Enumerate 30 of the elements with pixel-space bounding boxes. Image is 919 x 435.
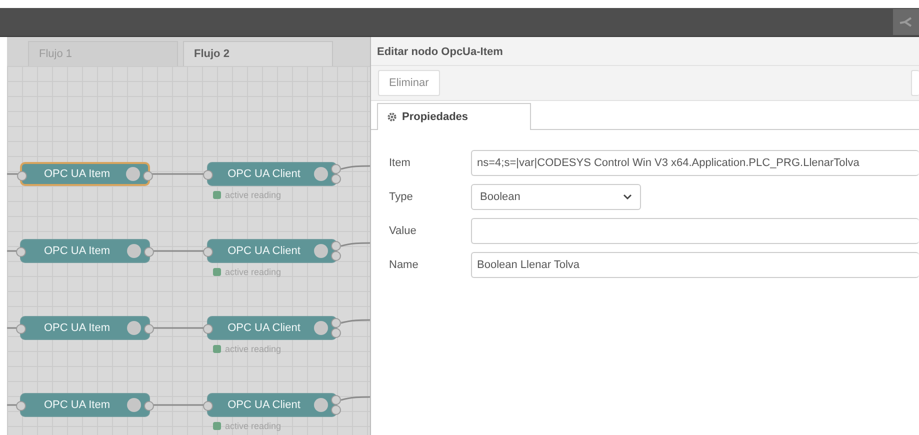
flow-node[interactable]: OPC UA Item — [20, 162, 150, 186]
wire — [151, 404, 205, 406]
wire — [341, 319, 370, 324]
wire — [7, 327, 19, 329]
input-field[interactable]: ns=4;s=|var|CODESYS Control Win V3 x64.Application.PLC_PRG.LlenarTolva — [471, 150, 919, 176]
field-label: Name — [389, 259, 420, 271]
field-label: Type — [389, 191, 414, 203]
deploy-button[interactable] — [893, 9, 919, 35]
wire — [151, 173, 205, 175]
wire — [7, 250, 19, 252]
wire — [151, 250, 205, 252]
field-label: Value — [389, 225, 418, 237]
input-field[interactable] — [471, 218, 919, 244]
type-select[interactable]: Boolean — [471, 184, 641, 210]
wire — [341, 242, 370, 247]
wire — [341, 396, 370, 401]
wire — [151, 327, 205, 329]
tray-button[interactable] — [911, 70, 919, 96]
share-icon — [899, 17, 913, 27]
editor-title: Editar nodo OpcUa-Item — [371, 37, 919, 66]
chevron-icon — [623, 194, 632, 200]
wire — [7, 173, 19, 175]
wire — [7, 404, 19, 406]
gear-icon — [387, 112, 397, 122]
properties-tab[interactable]: Propiedades — [377, 103, 531, 130]
delete-button[interactable]: Eliminar — [378, 70, 440, 96]
field-label: Item — [389, 157, 412, 169]
flow-tab[interactable]: Flujo 2 — [183, 41, 333, 66]
input-field[interactable]: Boolean Llenar Tolva — [471, 252, 919, 278]
wire — [341, 165, 370, 170]
